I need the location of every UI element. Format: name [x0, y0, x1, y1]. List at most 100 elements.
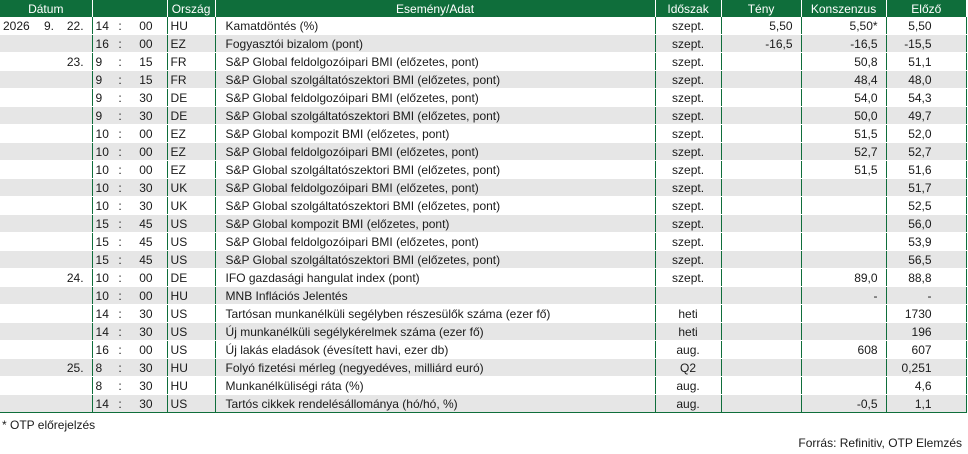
consensus-value: 50,8: [800, 52, 887, 71]
table-row: 15:45 US S&P Global feldolgozóipari BMI (e…: [0, 232, 967, 251]
previous-value: 5,50: [885, 17, 967, 35]
table-row: 25. 8:30 HU Folyó fizetési mérleg (negyedév…: [0, 358, 967, 377]
header-row: Dátum Ország Esemény/Adat Időszak Tény K…: [0, 0, 967, 17]
time-hour: 10: [91, 160, 113, 179]
country-code: EZ: [166, 34, 216, 53]
date-day: [62, 70, 93, 89]
date-month: [42, 322, 62, 341]
table-row: 10:30 UK S&P Global szolgáltatószektori BM…: [0, 196, 967, 215]
time-minute: 30: [128, 358, 168, 377]
country-code: DE: [166, 88, 216, 107]
time-separator: :: [112, 250, 129, 269]
time-minute: 00: [128, 160, 168, 179]
event-name: Új munkanélküli segélykérelmek száma (ez…: [214, 322, 656, 341]
consensus-value: [800, 376, 887, 395]
table-row: 14:30 US Tartósan munkanélküli segélyben r…: [0, 304, 967, 323]
time-hour: 14: [91, 322, 113, 341]
date-month: [42, 232, 62, 251]
time-separator: :: [112, 124, 129, 143]
header-date: Dátum: [0, 0, 93, 17]
actual-value: [720, 214, 802, 233]
time-minute: 45: [128, 250, 168, 269]
date-month: [42, 358, 62, 377]
actual-value: [720, 70, 802, 89]
date-day: [62, 250, 93, 269]
time-hour: 9: [91, 88, 113, 107]
date-month: [42, 88, 62, 107]
period: szept.: [654, 124, 722, 143]
time-minute: 30: [128, 178, 168, 197]
time-minute: 30: [128, 106, 168, 125]
country-code: US: [166, 304, 216, 323]
date-year: [0, 196, 42, 215]
consensus-value: [800, 358, 887, 377]
time-hour: 9: [91, 106, 113, 125]
date-year: [0, 322, 42, 341]
time-hour: 14: [91, 394, 113, 413]
event-name: S&P Global feldolgozóipari BMI (előzetes…: [214, 52, 656, 71]
period: [654, 286, 722, 305]
date-day: [62, 196, 93, 215]
date-month: [42, 304, 62, 323]
previous-value: 53,9: [885, 232, 967, 251]
date-day: [62, 106, 93, 125]
table-row: 16:00 EZ Fogyasztói bizalom (pont) szept. -1…: [0, 34, 967, 53]
date-year: [0, 70, 42, 89]
consensus-value: 50,0: [800, 106, 887, 125]
date-year: [0, 160, 42, 179]
time-minute: 30: [128, 322, 168, 341]
time-separator: :: [112, 34, 129, 53]
table-row: 15:45 US S&P Global kompozit BMI (előzetes…: [0, 214, 967, 233]
period: szept.: [654, 34, 722, 53]
date-year: [0, 250, 42, 269]
event-name: Új lakás eladások (évesített havi, ezer …: [214, 340, 656, 359]
country-code: EZ: [166, 160, 216, 179]
table-row: 14:30 US Tartós cikkek rendelésállománya (…: [0, 394, 967, 413]
previous-value: 51,7: [885, 178, 967, 197]
date-year: [0, 88, 42, 107]
time-minute: 15: [128, 70, 168, 89]
consensus-value: [800, 196, 887, 215]
date-month: [42, 70, 62, 89]
consensus-value: 51,5: [800, 124, 887, 143]
table-row: 10:00 EZ S&P Global feldolgozóipari BMI (e…: [0, 142, 967, 161]
date-day: 22.: [62, 17, 93, 35]
footnote: * OTP előrejelzés: [2, 418, 96, 432]
date-year: [0, 286, 42, 305]
country-code: US: [166, 232, 216, 251]
period: Q2: [654, 358, 722, 377]
table-row: 16:00 US Új lakás eladások (évesített havi…: [0, 340, 967, 359]
consensus-value: [800, 214, 887, 233]
table-row: 24. 10:00 DE IFO gazdasági hangulat index (…: [0, 268, 967, 287]
table-row: 8:30 HU Munkanélküliségi ráta (%) aug. 4,6: [0, 376, 967, 395]
actual-value: [720, 124, 802, 143]
date-day: [62, 124, 93, 143]
time-minute: 00: [128, 286, 168, 305]
period: szept.: [654, 17, 722, 35]
previous-value: 56,5: [885, 250, 967, 269]
actual-value: [720, 142, 802, 161]
period: szept.: [654, 106, 722, 125]
actual-value: [720, 376, 802, 395]
consensus-value: 5,50*: [800, 17, 887, 35]
date-month: [42, 142, 62, 161]
time-separator: :: [112, 178, 129, 197]
time-minute: 00: [128, 268, 168, 287]
date-day: [62, 178, 93, 197]
event-name: S&P Global feldolgozóipari BMI (előzetes…: [214, 142, 656, 161]
consensus-value: [800, 250, 887, 269]
time-hour: 10: [91, 178, 113, 197]
time-hour: 10: [91, 196, 113, 215]
period: aug.: [654, 394, 722, 413]
country-code: US: [166, 394, 216, 413]
date-month: [42, 160, 62, 179]
time-separator: :: [112, 268, 129, 287]
date-year: [0, 340, 42, 359]
time-separator: :: [112, 214, 129, 233]
event-name: S&P Global feldolgozóipari BMI (előzetes…: [214, 178, 656, 197]
economic-calendar-table: Dátum Ország Esemény/Adat Időszak Tény K…: [0, 0, 967, 413]
time-minute: 00: [128, 34, 168, 53]
event-name: S&P Global szolgáltatószektori BMI (előz…: [214, 196, 656, 215]
country-code: UK: [166, 178, 216, 197]
country-code: EZ: [166, 142, 216, 161]
